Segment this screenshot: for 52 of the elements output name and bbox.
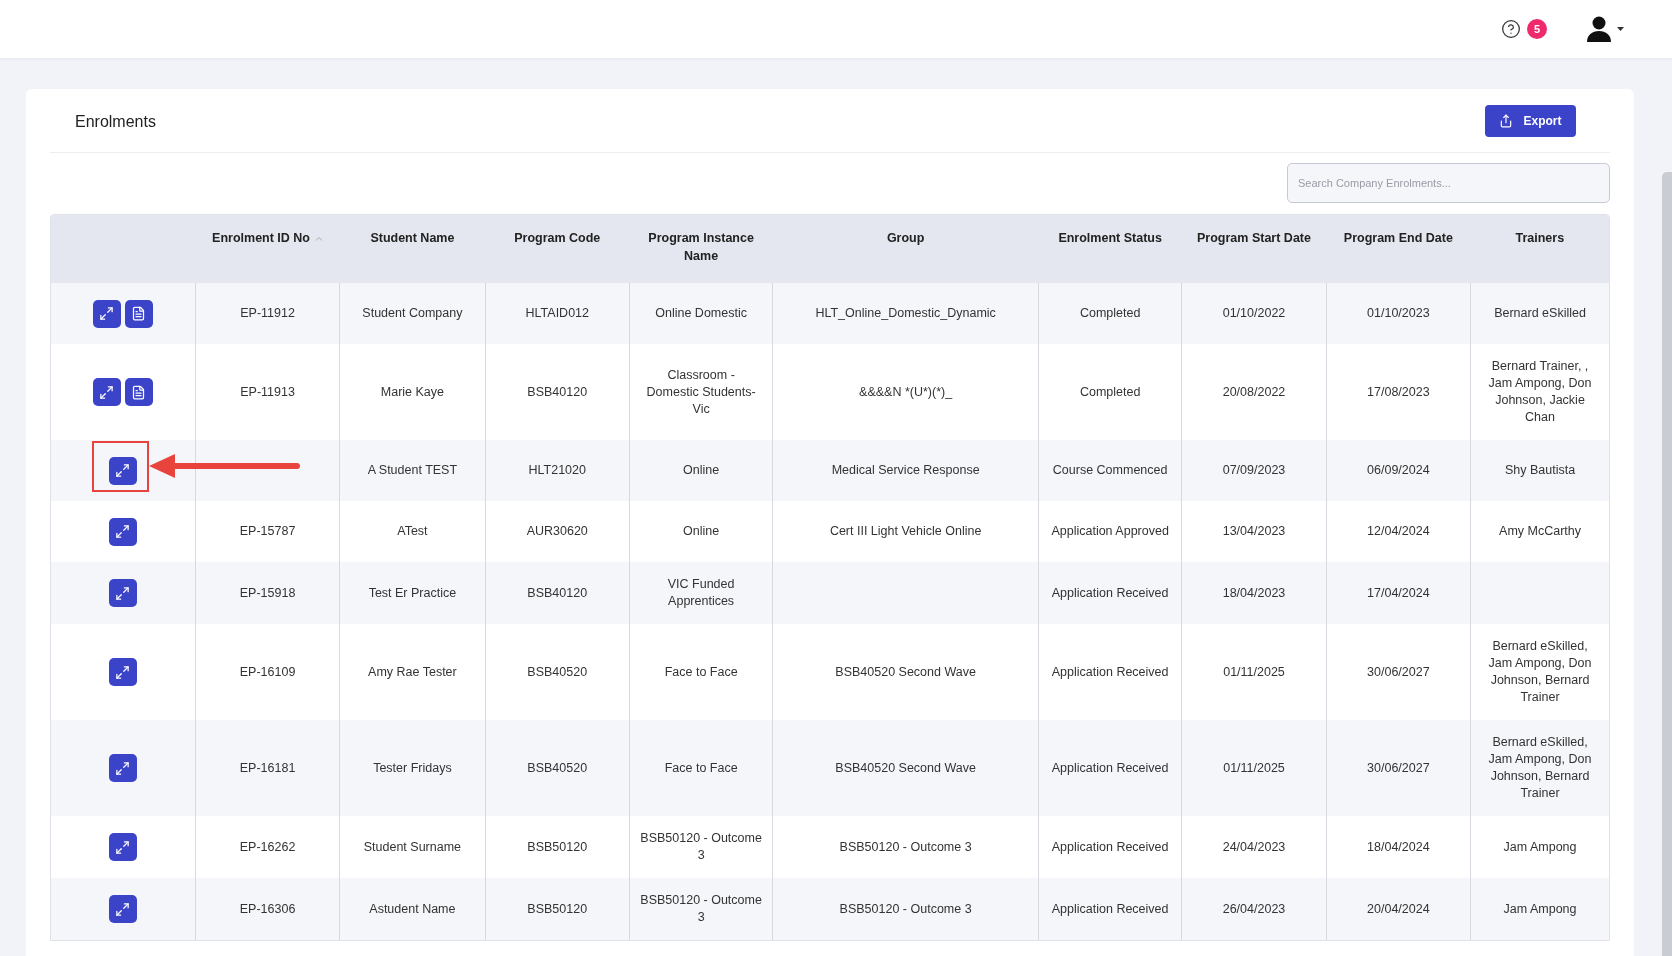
help-icon[interactable] [1501,19,1521,39]
table-cell: Astudent Name [339,878,486,940]
expand-icon [115,839,131,855]
table-cell: Jam Ampong [1470,878,1609,940]
expand-button[interactable] [108,895,137,923]
column-header[interactable]: Program Code [485,215,630,283]
table-cell: 20/04/2024 [1326,878,1471,940]
scrollbar[interactable] [1662,172,1672,956]
column-header[interactable]: Student Name [339,215,486,283]
document-button[interactable] [124,378,153,406]
caret-icon [1617,27,1624,31]
user-menu-button[interactable] [1585,15,1624,43]
table-cell: Application Received [1038,878,1182,940]
expand-icon [115,463,131,478]
table-cell: EP-16306 [195,878,340,940]
search-field[interactable]: Search Company Enrolments... [1287,163,1610,203]
column-header[interactable]: Program Start Date [1181,215,1327,283]
table-cell: BSB50120 [485,878,630,940]
export-icon [1499,113,1514,128]
expand-icon [99,384,115,400]
expand-button[interactable] [108,658,137,686]
expand-button[interactable] [108,456,137,485]
expand-icon [115,524,131,539]
column-header[interactable]: Group [772,215,1039,283]
expand-icon [115,664,131,680]
expand-button[interactable] [108,579,137,607]
column-header[interactable]: Program Instance Name [629,215,773,283]
document-button[interactable] [124,299,153,328]
table-cell: BSB50120 - Outcome 3 [629,878,773,940]
page-title: Enrolments [75,111,156,131]
highlight-frame [92,441,149,492]
notification-count: 5 [1527,19,1547,39]
expand-button[interactable] [108,833,137,861]
expand-button[interactable] [92,378,121,406]
expand-button[interactable] [108,754,137,782]
user-avatar-icon [1585,15,1613,43]
table-cell: 26/04/2023 [1181,878,1327,940]
expand-button[interactable] [108,517,137,546]
table-cell: BSB50120 - Outcome 3 [772,878,1039,940]
document-icon [131,384,147,400]
column-header[interactable]: Enrolment ID No [195,215,340,283]
export-button[interactable]: Export [1485,104,1576,137]
sort-icon [315,236,323,242]
column-header[interactable]: Trainers [1470,215,1609,283]
expand-button[interactable] [92,299,121,328]
expand-icon [115,585,131,601]
expand-icon [115,901,131,917]
column-header[interactable]: Program End Date [1326,215,1471,283]
expand-icon [115,760,131,776]
document-icon [131,306,147,321]
expand-icon [99,306,115,321]
column-header[interactable]: Enrolment Status [1038,215,1182,283]
